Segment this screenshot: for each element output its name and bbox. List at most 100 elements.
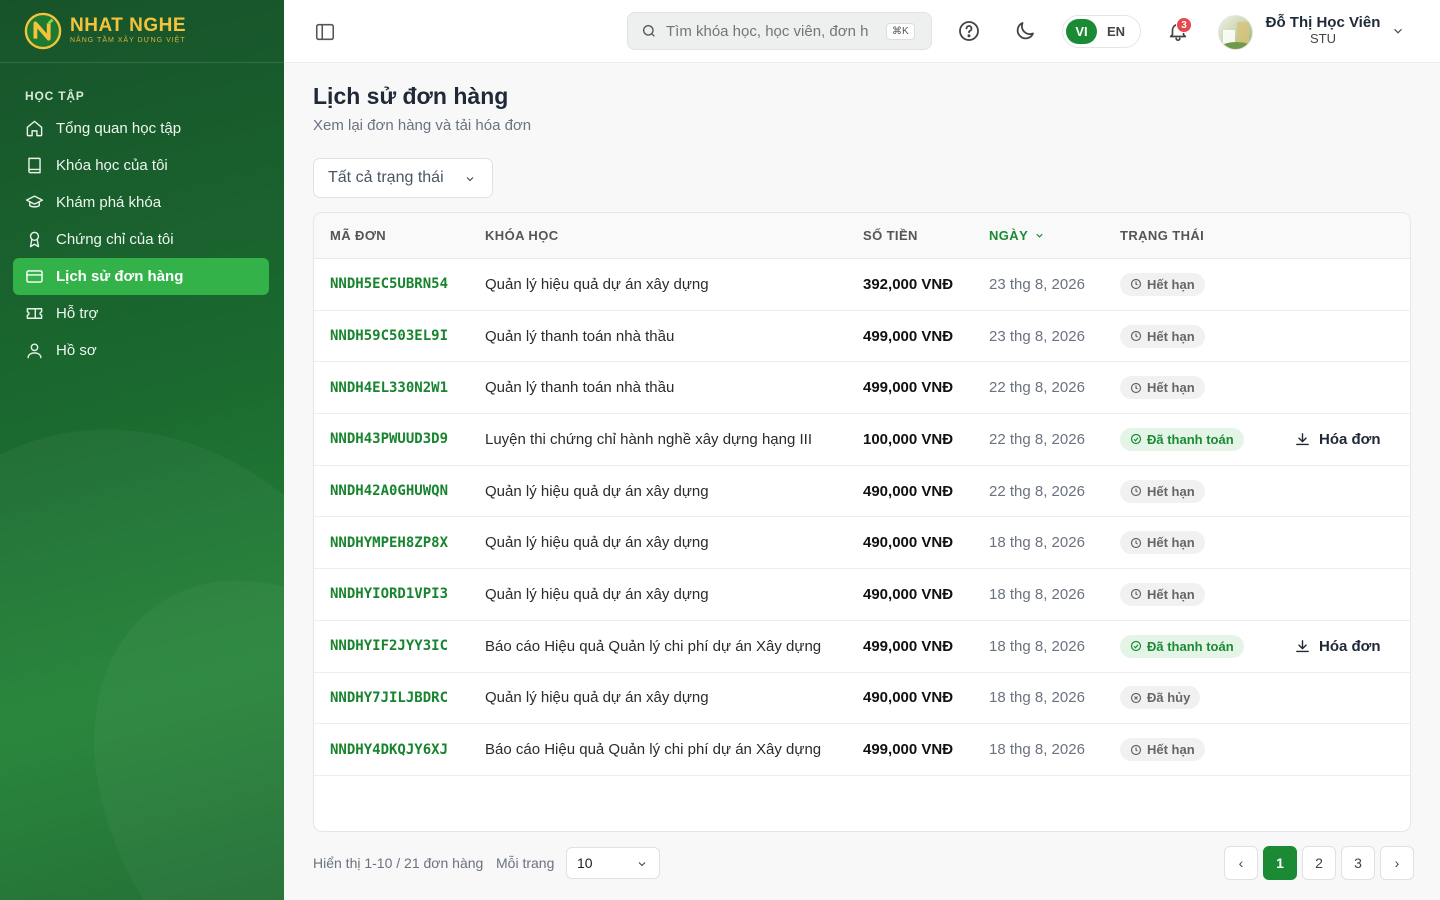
- next-page-button[interactable]: ›: [1380, 846, 1414, 880]
- page-button-2[interactable]: 2: [1302, 846, 1336, 880]
- order-amount: 490,000 VNĐ: [863, 689, 954, 707]
- order-date: 18 thg 8, 2026: [989, 534, 1085, 552]
- table-row: NNDHY4DKQJY6XJ Báo cáo Hiệu quả Quản lý c…: [314, 724, 1410, 776]
- order-date: 18 thg 8, 2026: [989, 689, 1085, 707]
- sidebar-section-title: HỌC TẬP: [25, 89, 85, 103]
- table-row: NNDH59C503EL9I Quản lý thanh toán nhà thầ…: [314, 311, 1410, 363]
- sidebar-item-label: Hồ sơ: [56, 342, 97, 359]
- sidebar-toggle-icon[interactable]: [314, 21, 336, 43]
- table-row: NNDHYIF2JYY3IC Báo cáo Hiệu quả Quản lý c…: [314, 621, 1410, 673]
- help-icon[interactable]: [957, 19, 981, 43]
- user-name[interactable]: Đỗ Thị Học Viên: [1264, 14, 1382, 31]
- course-name: Quản lý hiệu quả dự án xây dựng: [485, 585, 709, 603]
- pagination: ‹ 1 2 3 ›: [1224, 846, 1414, 880]
- order-code[interactable]: NNDH59C503EL9I: [330, 311, 448, 362]
- status-label: Hết hạn: [1147, 380, 1195, 396]
- table-body: NNDH5EC5UBRN54 Quản lý hiệu quả dự án xây…: [314, 259, 1410, 776]
- order-code[interactable]: NNDH42A0GHUWQN: [330, 466, 448, 517]
- order-amount: 100,000 VNĐ: [863, 430, 954, 448]
- column-header-course: KHÓA HỌC: [485, 228, 559, 243]
- home-icon: [26, 120, 43, 137]
- table-header: MÃ ĐƠN KHÓA HỌC SỐ TIỀN NGÀY TRẠNG THÁI: [314, 213, 1410, 259]
- sidebar-item-label: Khóa học của tôi: [56, 157, 168, 174]
- status-badge: Đã thanh toán: [1120, 427, 1244, 451]
- sidebar-item-label: Tổng quan học tập: [56, 120, 182, 137]
- download-icon: [1296, 433, 1309, 446]
- logo-mark-icon: [24, 12, 62, 50]
- order-code[interactable]: NNDHY7JILJBDRC: [330, 673, 448, 724]
- page-button-1[interactable]: 1: [1263, 846, 1297, 880]
- search-box[interactable]: ⌘K: [627, 12, 932, 50]
- status-filter-select[interactable]: Tất cả trạng thái: [313, 158, 493, 198]
- order-date: 22 thg 8, 2026: [989, 482, 1085, 500]
- sidebar-item-support[interactable]: Hỗ trợ: [13, 295, 269, 332]
- course-name: Luyện thi chứng chỉ hành nghề xây dựng h…: [485, 430, 812, 448]
- sidebar-nav: Tổng quan học tập Khóa học của tôi Khám …: [13, 110, 269, 369]
- avatar[interactable]: [1218, 15, 1253, 50]
- order-code[interactable]: NNDH43PWUUD3D9: [330, 414, 448, 465]
- sidebar-item-profile[interactable]: Hồ sơ: [13, 332, 269, 369]
- download-icon: [1296, 639, 1309, 652]
- sidebar-item-overview[interactable]: Tổng quan học tập: [13, 110, 269, 147]
- sidebar: NHAT NGHE NÂNG TẦM XÂY DỰNG VIỆT HỌC TẬP…: [0, 0, 284, 900]
- chevron-down-icon[interactable]: [1391, 24, 1405, 38]
- check-circle-icon: [1130, 434, 1142, 445]
- invoice-label: Hóa đơn: [1319, 430, 1381, 448]
- order-amount: 490,000 VNĐ: [863, 534, 954, 552]
- order-code[interactable]: NNDH5EC5UBRN54: [330, 259, 448, 310]
- lang-vi-button[interactable]: VI: [1066, 19, 1097, 44]
- top-bar: ⌘K VI EN 3 Đỗ Thị Học Viên STU: [284, 0, 1440, 63]
- pagination-summary: Hiển thị 1-10 / 21 đơn hàng: [313, 855, 484, 871]
- sidebar-item-certificates[interactable]: Chứng chỉ của tôi: [13, 221, 269, 258]
- check-circle-icon: [1130, 641, 1142, 652]
- status-cell: Hết hạn: [1120, 517, 1205, 568]
- order-date: 22 thg 8, 2026: [989, 379, 1085, 397]
- lang-en-button[interactable]: EN: [1097, 24, 1135, 39]
- user-icon: [27, 343, 42, 359]
- language-switch[interactable]: VI EN: [1062, 15, 1141, 48]
- clock-icon: [1130, 485, 1142, 497]
- brand-logo[interactable]: NHAT NGHE NÂNG TẦM XÂY DỰNG VIỆT: [24, 11, 186, 51]
- invoice-download-button[interactable]: Hóa đơn: [1294, 621, 1381, 672]
- order-amount: 490,000 VNĐ: [863, 482, 954, 500]
- clock-icon: [1130, 330, 1142, 342]
- order-amount: 392,000 VNĐ: [863, 275, 954, 293]
- avatar-image: [1219, 22, 1252, 49]
- prev-page-button[interactable]: ‹: [1224, 846, 1258, 880]
- column-header-date[interactable]: NGÀY: [989, 228, 1045, 243]
- page-button-3[interactable]: 3: [1341, 846, 1375, 880]
- per-page-value: 10: [577, 855, 593, 871]
- status-badge: Hết hạn: [1120, 582, 1205, 606]
- sidebar-item-explore[interactable]: Khám phá khóa: [13, 184, 269, 221]
- status-cell: Hết hạn: [1120, 724, 1205, 775]
- sidebar-item-label: Lịch sử đơn hàng: [56, 268, 184, 285]
- moon-icon[interactable]: [1013, 19, 1037, 43]
- invoice-label: Hóa đơn: [1319, 637, 1381, 655]
- status-badge: Đã hủy: [1120, 686, 1201, 710]
- sidebar-item-label: Hỗ trợ: [56, 305, 99, 322]
- award-icon: [29, 231, 40, 248]
- sidebar-item-my-courses[interactable]: Khóa học của tôi: [13, 147, 269, 184]
- order-code[interactable]: NNDHYIF2JYY3IC: [330, 621, 448, 672]
- sidebar-item-order-history[interactable]: Lịch sử đơn hàng: [13, 258, 269, 295]
- per-page-select[interactable]: 10: [566, 847, 660, 879]
- sort-chevron-down-icon: [1036, 233, 1043, 238]
- invoice-download-button[interactable]: Hóa đơn: [1294, 414, 1381, 465]
- table-row: NNDH5EC5UBRN54 Quản lý hiệu quả dự án xây…: [314, 259, 1410, 311]
- order-code[interactable]: NNDH4EL330N2W1: [330, 362, 448, 413]
- table-row: NNDH4EL330N2W1 Quản lý thanh toán nhà thầ…: [314, 362, 1410, 415]
- status-cell: Đã thanh toán: [1120, 621, 1244, 672]
- status-label: Hết hạn: [1147, 742, 1195, 758]
- column-header-amount: SỐ TIỀN: [863, 228, 918, 243]
- brand-name: NHAT NGHE: [70, 15, 187, 36]
- order-date: 18 thg 8, 2026: [989, 741, 1085, 759]
- status-label: Hết hạn: [1147, 586, 1195, 602]
- order-code[interactable]: NNDHY4DKQJY6XJ: [330, 724, 448, 775]
- order-code[interactable]: NNDHYIORD1VPI3: [330, 569, 448, 620]
- status-label: Đã thanh toán: [1147, 431, 1234, 447]
- order-code[interactable]: NNDHYMPEH8ZP8X: [330, 517, 448, 568]
- status-label: Hết hạn: [1147, 535, 1195, 551]
- order-date: 23 thg 8, 2026: [989, 327, 1085, 345]
- search-input[interactable]: [666, 22, 878, 40]
- status-badge: Hết hạn: [1120, 738, 1205, 762]
